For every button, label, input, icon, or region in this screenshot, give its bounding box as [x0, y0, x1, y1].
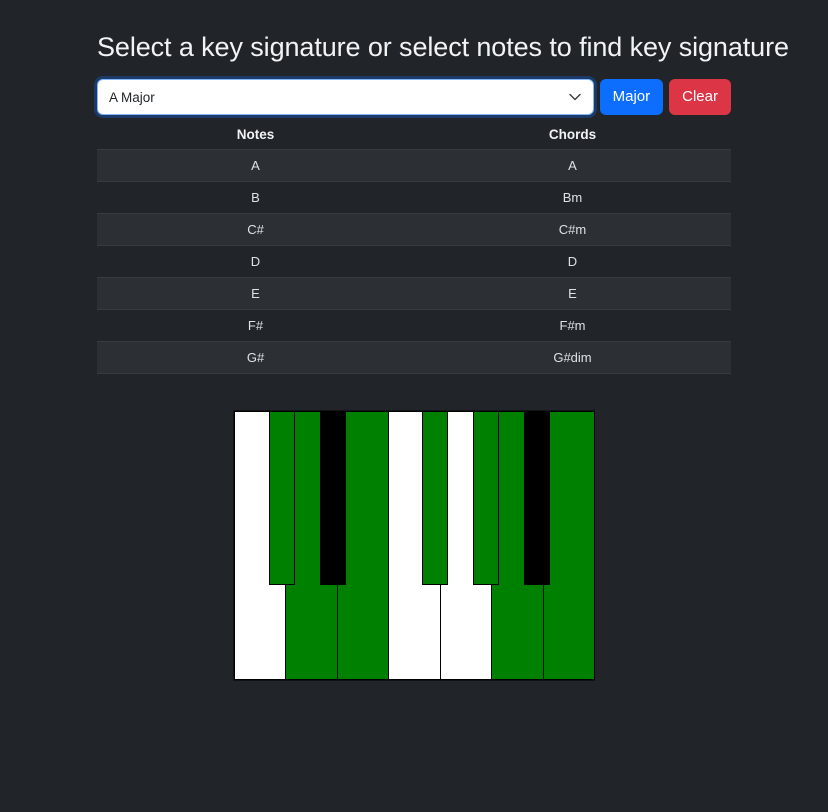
notes-chords-table: Notes Chords A A B Bm C# C#m D D E E F# F#m G# G#dim — [97, 123, 731, 375]
app-root: Select a key signature or select notes t… — [0, 0, 828, 812]
cell-chord: G#dim — [414, 341, 731, 375]
piano-black-key-fsharp[interactable] — [421, 411, 448, 585]
page-title: Select a key signature or select notes t… — [97, 32, 789, 62]
piano-section — [0, 410, 828, 682]
cell-chord: D — [414, 245, 731, 279]
piano-black-key-csharp[interactable] — [268, 411, 295, 585]
cell-note: F# — [97, 309, 414, 343]
cell-note: B — [97, 181, 414, 215]
key-signature-select[interactable]: A Major — [97, 79, 594, 116]
table-body: A A B Bm C# C#m D D E E F# F#m G# G#dim — [97, 149, 731, 375]
table-row: F# F#m — [97, 309, 731, 343]
clear-button[interactable]: Clear — [669, 79, 731, 116]
cell-note: A — [97, 149, 414, 183]
table-header-row: Notes Chords — [97, 123, 731, 150]
cell-chord: F#m — [414, 309, 731, 343]
cell-chord: E — [414, 277, 731, 311]
table-row: DD — [97, 245, 731, 279]
cell-note: D — [97, 245, 414, 279]
cell-chord: Bm — [414, 181, 731, 215]
piano-black-key-dsharp[interactable] — [320, 411, 347, 585]
piano-black-key-asharp[interactable] — [524, 411, 551, 585]
main-container: Select a key signature or select notes t… — [97, 0, 789, 375]
piano-keyboard — [233, 410, 595, 682]
table-row: B Bm — [97, 181, 731, 215]
cell-note: E — [97, 277, 414, 311]
cell-chord: C#m — [414, 213, 731, 247]
column-header-notes: Notes — [236, 127, 275, 143]
piano-black-key-gsharp[interactable] — [473, 411, 499, 585]
controls-row: A Major Major Clear — [97, 79, 731, 116]
table-row: AA — [97, 149, 731, 183]
column-header-chords: Chords — [548, 127, 597, 143]
piano-white-key-b[interactable] — [542, 411, 595, 681]
table-row: G# G#dim — [97, 341, 731, 375]
cell-chord: A — [414, 149, 731, 183]
cell-note: G# — [97, 341, 414, 375]
cell-note: C# — [97, 213, 414, 247]
table-head: Notes Chords — [97, 123, 731, 150]
table-row: EE — [97, 277, 731, 311]
table-row: C# C#m — [97, 213, 731, 247]
key-select-wrapper: A Major — [97, 79, 594, 116]
major-button[interactable]: Major — [599, 79, 664, 116]
